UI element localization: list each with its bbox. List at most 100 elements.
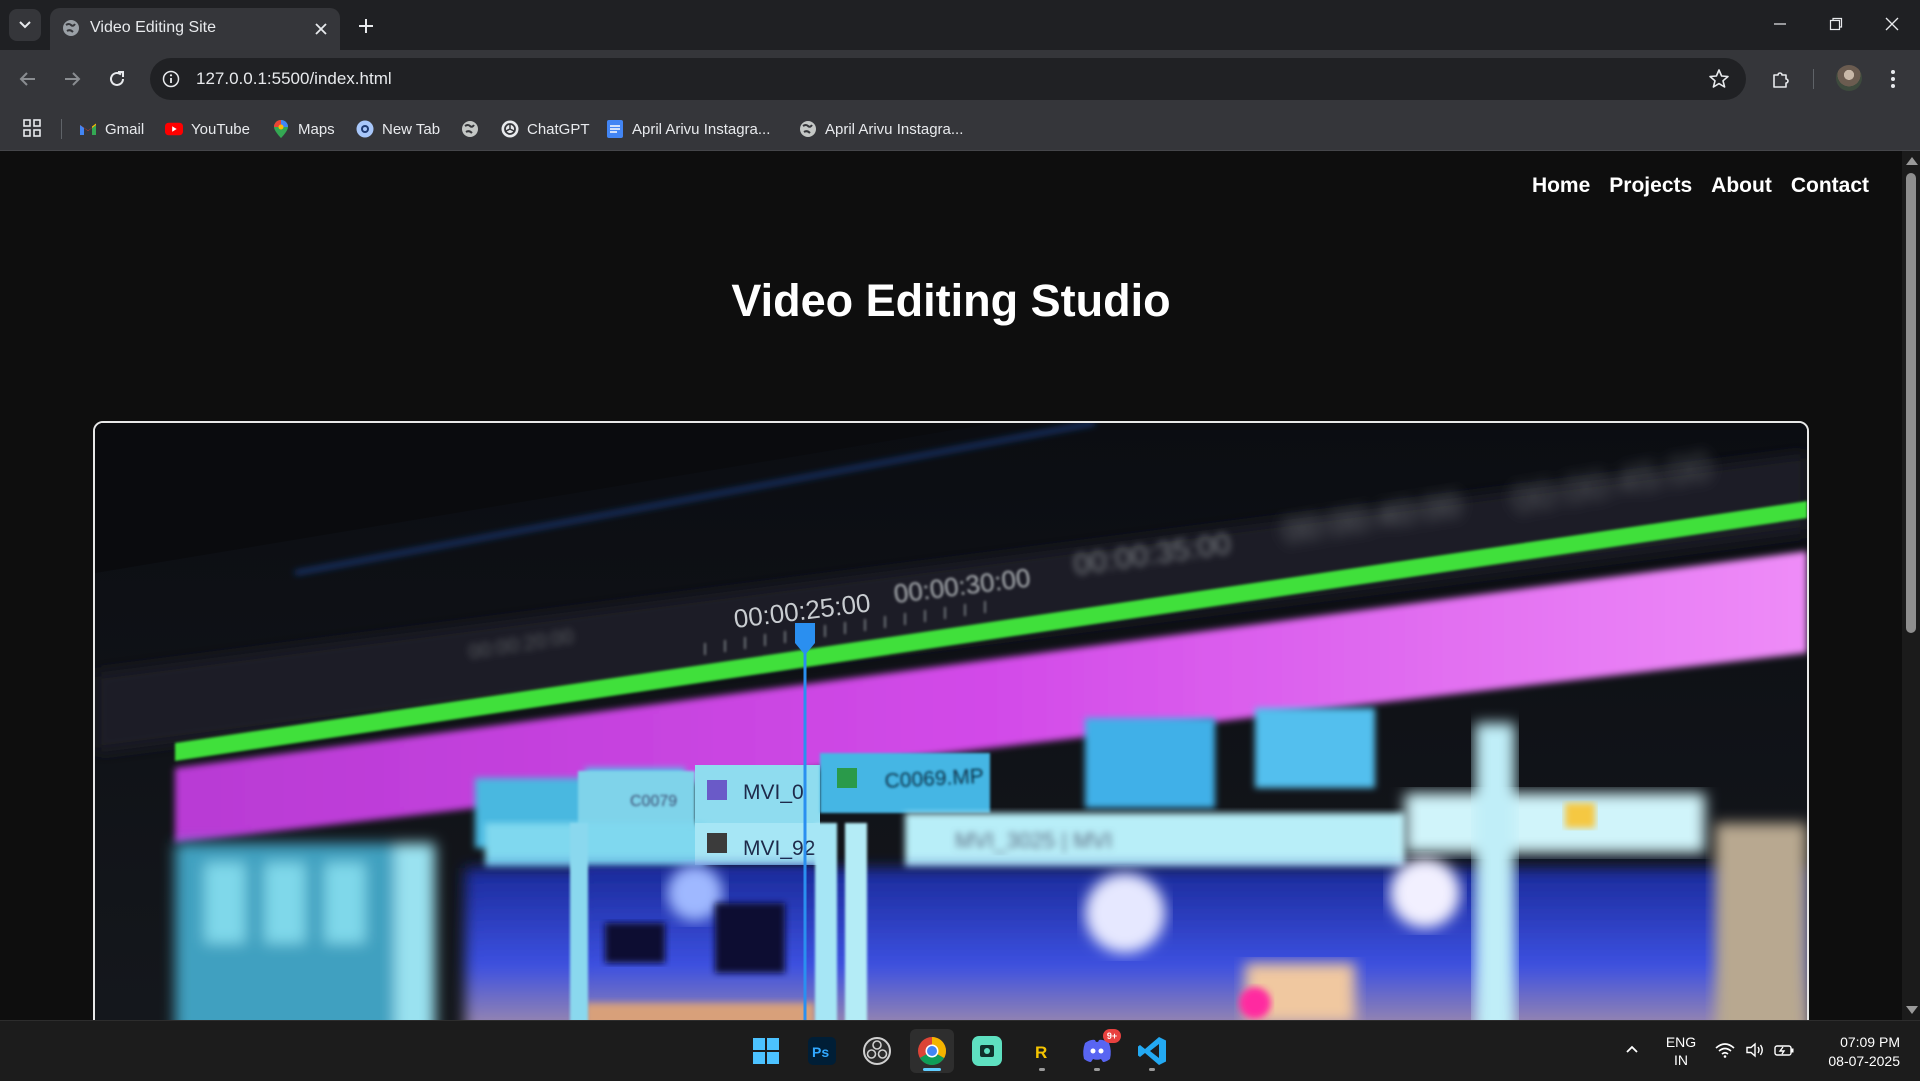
youtube-icon (165, 120, 183, 138)
bookmark-youtube[interactable]: YouTube (165, 116, 250, 142)
system-clock[interactable]: 07:09 PM 08-07-2025 (1810, 1033, 1900, 1071)
obs-icon (863, 1037, 891, 1065)
bookmark-label: New Tab (382, 120, 441, 138)
puzzle-icon (1773, 72, 1789, 88)
close-icon (315, 23, 327, 35)
timeline-photo: 00:00:20:00 00:00:25:00 00:00:30:00 00:0… (95, 423, 1807, 1020)
chevron-up-icon (1626, 1045, 1638, 1053)
apps-grid-icon[interactable] (22, 118, 42, 138)
svg-text:R: R (1035, 1043, 1047, 1062)
svg-text:Ps: Ps (812, 1044, 829, 1060)
tray-overflow-button[interactable] (1620, 1037, 1644, 1061)
bookmark-label: ChatGPT (527, 120, 590, 138)
arrow-right-icon (65, 72, 81, 86)
bookmark-docs[interactable]: April Arivu Instagra... (606, 116, 770, 142)
tab-search-button[interactable] (9, 9, 41, 41)
more-vertical-icon (1891, 70, 1895, 88)
star-icon[interactable] (1708, 68, 1730, 90)
url-text[interactable]: 127.0.0.1:5500/index.html (196, 69, 392, 89)
scroll-down-arrow[interactable] (1906, 1006, 1918, 1014)
plus-icon (359, 19, 373, 33)
nav-link-contact[interactable]: Contact (1791, 174, 1869, 198)
reload-button[interactable] (103, 65, 131, 93)
chatgpt-icon (501, 120, 519, 138)
language-code: ENG (1665, 1034, 1697, 1050)
clip-label: MVI_3025 | MVI (955, 828, 1112, 853)
taskbar-photoshop[interactable]: Ps (800, 1029, 844, 1073)
bookmark-label: Gmail (105, 120, 145, 138)
wifi-icon (1714, 1039, 1736, 1061)
taskbar-vscode[interactable] (1130, 1029, 1174, 1073)
minimize-button[interactable] (1752, 0, 1808, 48)
tab-close-button[interactable] (310, 18, 332, 40)
browser-toolbar: 127.0.0.1:5500/index.html (0, 50, 1920, 108)
bookmark-label: Maps (298, 120, 335, 138)
app-r-icon: R (1035, 1043, 1047, 1062)
tab-strip: Video Editing Site (0, 0, 1920, 50)
back-button[interactable] (14, 65, 42, 93)
globe-icon (461, 120, 479, 138)
clip-row-left (175, 843, 435, 1020)
globe-icon (63, 20, 79, 36)
clock-date: 08-07-2025 (1828, 1053, 1900, 1069)
extensions-button[interactable] (1767, 65, 1795, 93)
minimize-icon (1774, 23, 1786, 25)
running-app-indicator (1094, 1068, 1100, 1071)
bookmark-maps[interactable]: Maps (272, 116, 335, 142)
new-tab-icon (356, 120, 374, 138)
site-info-button[interactable] (160, 68, 182, 90)
bookmarks-separator (61, 119, 62, 139)
bookmark-instagram[interactable]: April Arivu Instagra... (799, 116, 963, 142)
page-viewport: Home Projects About Contact Video Editin… (0, 151, 1902, 1020)
forward-button[interactable] (58, 65, 86, 93)
scroll-thumb[interactable] (1906, 173, 1916, 633)
nav-link-home[interactable]: Home (1532, 174, 1590, 198)
system-tray[interactable] (1714, 1039, 1796, 1061)
bookmark-new-tab[interactable]: New Tab (356, 116, 440, 142)
chrome-icon (918, 1037, 946, 1065)
bookmarks-bar: Gmail YouTube Maps New Tab ChatGPT April… (0, 108, 1920, 151)
page-scrollbar[interactable] (1902, 151, 1920, 1020)
bookmark-globe[interactable] (461, 116, 479, 142)
region-code: IN (1674, 1052, 1688, 1068)
profile-avatar[interactable] (1836, 65, 1862, 91)
reload-icon (110, 71, 124, 86)
close-window-button[interactable] (1864, 0, 1920, 48)
running-app-indicator (1039, 1068, 1045, 1071)
nav-link-about[interactable]: About (1711, 174, 1772, 198)
gmail-icon (79, 120, 97, 138)
taskbar-screen-recorder[interactable] (965, 1029, 1009, 1073)
notification-badge: 9+ (1103, 1029, 1121, 1043)
docs-icon (606, 120, 624, 138)
browser-tab-active[interactable]: Video Editing Site (50, 8, 340, 50)
volume-icon (1744, 1039, 1766, 1061)
nav-link-projects[interactable]: Projects (1609, 174, 1692, 198)
address-bar[interactable]: 127.0.0.1:5500/index.html (150, 58, 1746, 100)
active-app-indicator (923, 1068, 941, 1071)
window-controls (1752, 0, 1920, 50)
bookmark-gmail[interactable]: Gmail (79, 116, 144, 142)
chevron-down-icon (19, 21, 31, 29)
info-icon (162, 70, 180, 88)
browser-window: Video Editing Site 127.0.0.1:5500/index.… (0, 0, 1920, 1020)
taskbar-app-r[interactable]: R (1020, 1029, 1064, 1073)
windows-taskbar: Ps R 9+ ENG IN 07:09 PM 08-07-2025 (0, 1020, 1920, 1081)
battery-icon (1774, 1039, 1796, 1061)
windows-start-button[interactable] (744, 1029, 788, 1073)
restore-icon (1829, 17, 1843, 31)
taskbar-discord[interactable]: 9+ (1075, 1029, 1121, 1073)
close-icon (1885, 17, 1899, 31)
new-tab-button[interactable] (352, 12, 380, 40)
taskbar-chrome[interactable] (910, 1029, 954, 1073)
vscode-icon (1138, 1037, 1166, 1065)
bookmark-chatgpt[interactable]: ChatGPT (501, 116, 590, 142)
scroll-up-arrow[interactable] (1906, 157, 1918, 165)
taskbar-obs[interactable] (855, 1029, 899, 1073)
language-indicator[interactable]: ENG IN (1664, 1033, 1698, 1069)
bookmark-label: April Arivu Instagra... (632, 120, 771, 138)
bookmark-label: April Arivu Instagra... (825, 120, 964, 138)
bookmark-label: YouTube (191, 120, 250, 138)
running-app-indicator (1149, 1068, 1155, 1071)
restore-button[interactable] (1808, 0, 1864, 48)
chrome-menu-button[interactable] (1879, 65, 1907, 93)
